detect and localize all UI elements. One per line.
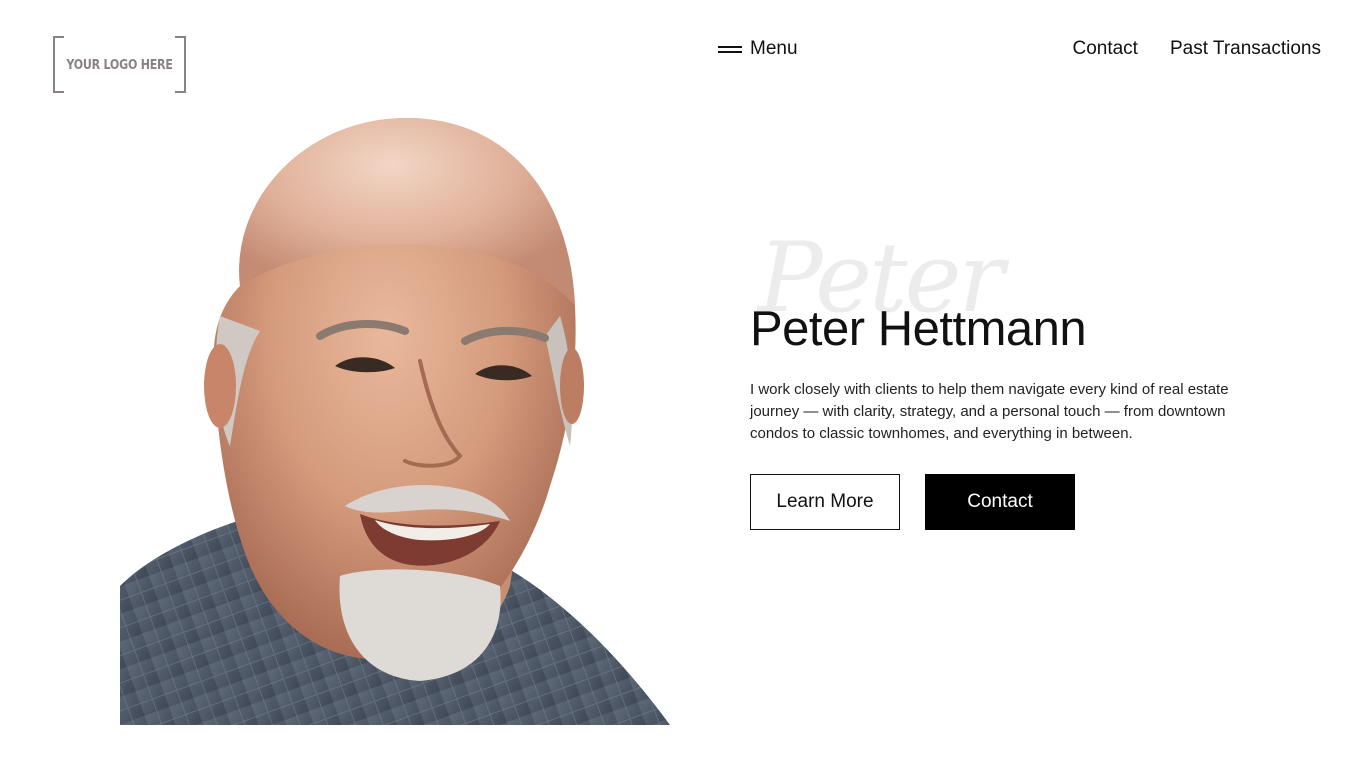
logo-text: YOUR LOGO HERE xyxy=(66,56,173,73)
top-nav: Contact Past Transactions xyxy=(1072,37,1321,61)
hamburger-icon xyxy=(718,45,742,54)
page-title: Peter Hettmann xyxy=(750,302,1087,356)
agent-portrait xyxy=(120,116,670,725)
learn-more-button[interactable]: Learn More xyxy=(750,474,900,530)
nav-past-transactions-link[interactable]: Past Transactions xyxy=(1170,38,1321,60)
menu-label: Menu xyxy=(750,38,798,59)
logo[interactable]: YOUR LOGO HERE xyxy=(53,36,186,93)
hero-description: I work closely with clients to help them… xyxy=(750,381,1229,442)
nav-contact-link[interactable]: Contact xyxy=(1072,38,1137,60)
contact-button[interactable]: Contact xyxy=(925,474,1075,530)
menu-button[interactable]: Menu xyxy=(718,37,798,61)
page: YOUR LOGO HERE Menu Contact Past Transac… xyxy=(0,0,1366,768)
